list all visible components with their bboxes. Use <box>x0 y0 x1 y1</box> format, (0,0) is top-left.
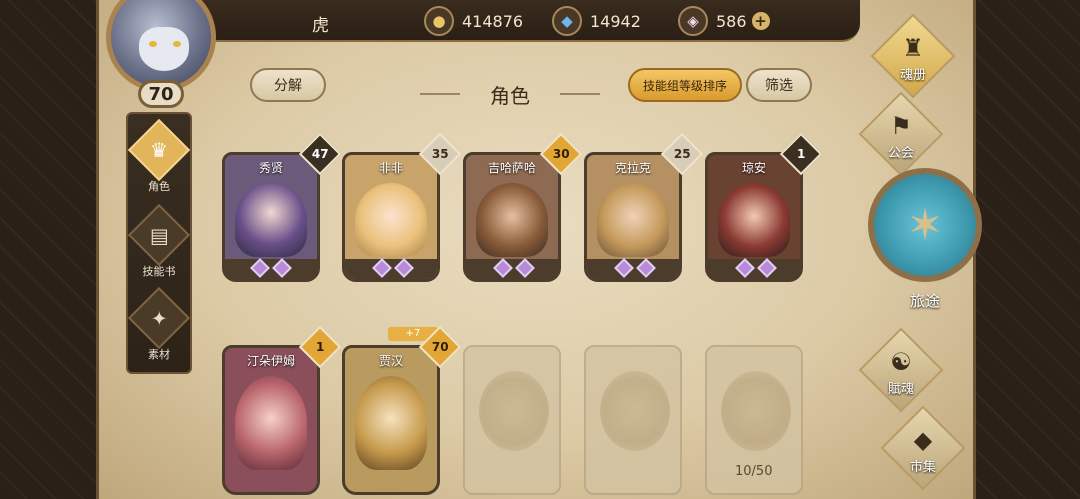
character-name: 贾汉 <box>378 354 403 368</box>
menu-fusion[interactable]: ☯ 賦魂 <box>856 327 946 413</box>
card-frame <box>225 259 317 279</box>
fusion-icon: ☯ <box>890 348 912 376</box>
skill-book-icon: ▤ <box>127 203 191 267</box>
character-portrait <box>355 183 427 257</box>
avatar-eye-left <box>149 41 157 47</box>
locked-portrait-silhouette <box>479 371 549 451</box>
card-frame <box>466 259 558 279</box>
player-level-badge: 70 <box>138 80 184 108</box>
crystal-resource: ◆ 14942 <box>552 6 641 36</box>
journey-button[interactable]: ✶ 旅途 <box>866 168 984 318</box>
filter-button[interactable]: 筛选 <box>746 68 812 102</box>
menu-item-skill-books[interactable]: ▤ 技能书 <box>127 203 191 281</box>
decompose-button[interactable]: 分解 <box>250 68 326 102</box>
collection-progress: 10/50 <box>735 464 773 479</box>
character-portrait <box>718 183 790 257</box>
add-gem-button[interactable]: + <box>751 12 770 30</box>
card-frame <box>345 259 437 279</box>
character-name: 吉哈萨哈 <box>487 161 536 175</box>
player-name: 虎 <box>312 16 329 36</box>
character-portrait <box>235 183 307 257</box>
character-portrait <box>597 183 669 257</box>
menu-market[interactable]: ◆ 市集 <box>878 405 968 491</box>
menu-guild[interactable]: ⚑ 公会 <box>856 91 946 177</box>
character-name: 秀贤 <box>258 161 283 175</box>
locked-portrait-silhouette <box>600 371 670 451</box>
gem-resource: ◈ 586 + <box>678 6 770 36</box>
wolf-face-icon <box>139 27 189 71</box>
menu-label: 魂册 <box>899 68 926 83</box>
character-card-jihasaha[interactable]: 吉哈萨哈 <box>463 152 561 282</box>
avatar-eye-right <box>173 41 181 47</box>
title-ornament-right <box>560 93 600 95</box>
guild-icon: ⚑ <box>890 112 912 140</box>
blue-crystal-icon: ◆ <box>552 6 582 36</box>
character-card-kelake[interactable]: 克拉克 <box>584 152 682 282</box>
character-card-xiuxian[interactable]: 秀贤 <box>222 152 320 282</box>
character-name: 汀朵伊姆 <box>246 354 295 368</box>
character-card-tingduoyimu[interactable]: 汀朵伊姆 <box>222 345 320 495</box>
menu-label: 公会 <box>887 146 914 161</box>
character-portrait <box>476 183 548 257</box>
journey-label: 旅途 <box>909 292 940 310</box>
character-name: 非非 <box>378 161 403 175</box>
character-name: 琼安 <box>741 161 766 175</box>
market-icon: ◆ <box>913 426 933 454</box>
character-card-jiahan[interactable]: 贾汉 <box>342 345 440 495</box>
menu-item-materials[interactable]: ✦ 素材 <box>127 286 191 364</box>
locked-character-card[interactable] <box>463 345 561 495</box>
sort-skill-level-button[interactable]: 技能组等级排序 <box>628 68 742 102</box>
gold-coin-icon: ● <box>424 6 454 36</box>
gold-resource: ● 414876 <box>424 6 523 36</box>
locked-character-card[interactable] <box>584 345 682 495</box>
gold-value: 414876 <box>462 11 524 31</box>
menu-label: 賦魂 <box>887 382 914 397</box>
character-portrait <box>235 376 307 470</box>
material-icon: ✦ <box>127 286 191 350</box>
pink-gem-icon: ◈ <box>678 6 708 36</box>
character-card-qiongan[interactable]: 琼安 <box>705 152 803 282</box>
locked-portrait-silhouette <box>721 371 791 451</box>
crystal-value: 14942 <box>590 11 641 31</box>
character-portrait <box>355 376 427 470</box>
player-avatar-frame[interactable]: 70 <box>100 0 222 112</box>
character-card-feifei[interactable]: 非非 <box>342 152 440 282</box>
menu-item-characters[interactable]: ♛ 角色 <box>127 118 191 196</box>
left-border-pattern <box>0 0 100 499</box>
right-border-pattern <box>970 0 1080 499</box>
avatar[interactable] <box>106 0 216 92</box>
card-frame <box>587 259 679 279</box>
journey-icon: ✶ <box>868 168 982 282</box>
character-name: 克拉克 <box>614 161 651 175</box>
soul-book-icon: ♜ <box>902 34 924 62</box>
character-icon: ♛ <box>127 118 191 182</box>
menu-soul-book[interactable]: ♜ 魂册 <box>868 13 958 99</box>
left-category-menu: ♛ 角色 ▤ 技能书 ✦ 素材 <box>126 112 192 374</box>
menu-label: 市集 <box>909 460 936 475</box>
card-frame <box>708 259 800 279</box>
gem-value: 586 <box>716 11 747 31</box>
